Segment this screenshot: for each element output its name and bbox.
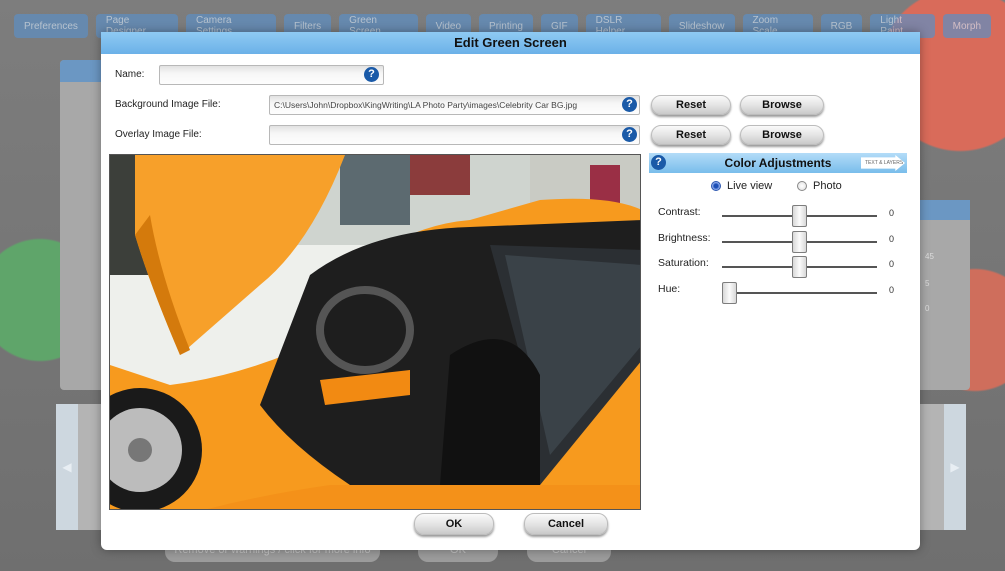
bg-side-value: 5 bbox=[925, 279, 930, 288]
name-input[interactable] bbox=[159, 65, 384, 85]
slider-value-hue: 0 bbox=[889, 285, 895, 295]
bg-left-arrow-icon: ◀ bbox=[56, 404, 78, 530]
slider-value-brightness: 0 bbox=[889, 234, 895, 244]
slider-value-saturation: 0 bbox=[889, 259, 895, 269]
radio-unselected-icon bbox=[797, 181, 807, 191]
green-screen-preview-image bbox=[109, 154, 641, 510]
slider-value-contrast: 0 bbox=[889, 208, 895, 218]
slider-label-hue: Hue: bbox=[658, 283, 681, 295]
slider-thumb-hue[interactable] bbox=[722, 282, 737, 304]
cancel-button[interactable]: Cancel bbox=[524, 513, 608, 535]
bg-side-value: 45 bbox=[925, 252, 934, 261]
overlay-image-help-icon[interactable]: ? bbox=[622, 127, 637, 142]
slider-thumb-saturation[interactable] bbox=[792, 256, 807, 278]
photo-radio[interactable]: Photo bbox=[797, 180, 842, 192]
background-image-input[interactable]: C:\Users\John\Dropbox\KingWriting\LA Pho… bbox=[269, 95, 640, 115]
name-label: Name: bbox=[115, 69, 145, 80]
overlay-image-label: Overlay Image File: bbox=[115, 129, 202, 140]
color-adjustments-header: ? Color Adjustments TEXT & LAYERS bbox=[649, 153, 907, 173]
name-help-icon[interactable]: ? bbox=[364, 67, 379, 82]
bg-tab-morph: Morph bbox=[942, 14, 992, 38]
overlay-reset-button[interactable]: Reset bbox=[651, 125, 731, 145]
car-photo-illustration bbox=[110, 155, 640, 509]
slider-thumb-brightness[interactable] bbox=[792, 231, 807, 253]
background-image-help-icon[interactable]: ? bbox=[622, 97, 637, 112]
live-view-label: Live view bbox=[727, 180, 773, 192]
bg-tab-preferences: Preferences bbox=[14, 14, 88, 38]
dialog-title: Edit Green Screen bbox=[101, 32, 920, 54]
background-browse-button[interactable]: Browse bbox=[740, 95, 824, 115]
live-view-radio[interactable]: Live view bbox=[711, 180, 772, 192]
slider-thumb-contrast[interactable] bbox=[792, 205, 807, 227]
slider-track-hue[interactable] bbox=[722, 292, 877, 294]
bg-side-value: 0 bbox=[925, 304, 930, 313]
background-reset-button[interactable]: Reset bbox=[651, 95, 731, 115]
edit-green-screen-dialog: Edit Green Screen Name: ? Background Ima… bbox=[101, 32, 920, 550]
background-image-label: Background Image File: bbox=[115, 99, 221, 110]
slider-label-saturation: Saturation: bbox=[658, 257, 709, 269]
overlay-image-input[interactable] bbox=[269, 125, 640, 145]
slider-label-contrast: Contrast: bbox=[658, 206, 701, 218]
photo-label: Photo bbox=[813, 180, 842, 192]
radio-selected-icon bbox=[711, 181, 721, 191]
overlay-browse-button[interactable]: Browse bbox=[740, 125, 824, 145]
ok-button[interactable]: OK bbox=[414, 513, 494, 535]
bg-right-arrow-icon: ▶ bbox=[944, 404, 966, 530]
slider-label-brightness: Brightness: bbox=[658, 232, 711, 244]
